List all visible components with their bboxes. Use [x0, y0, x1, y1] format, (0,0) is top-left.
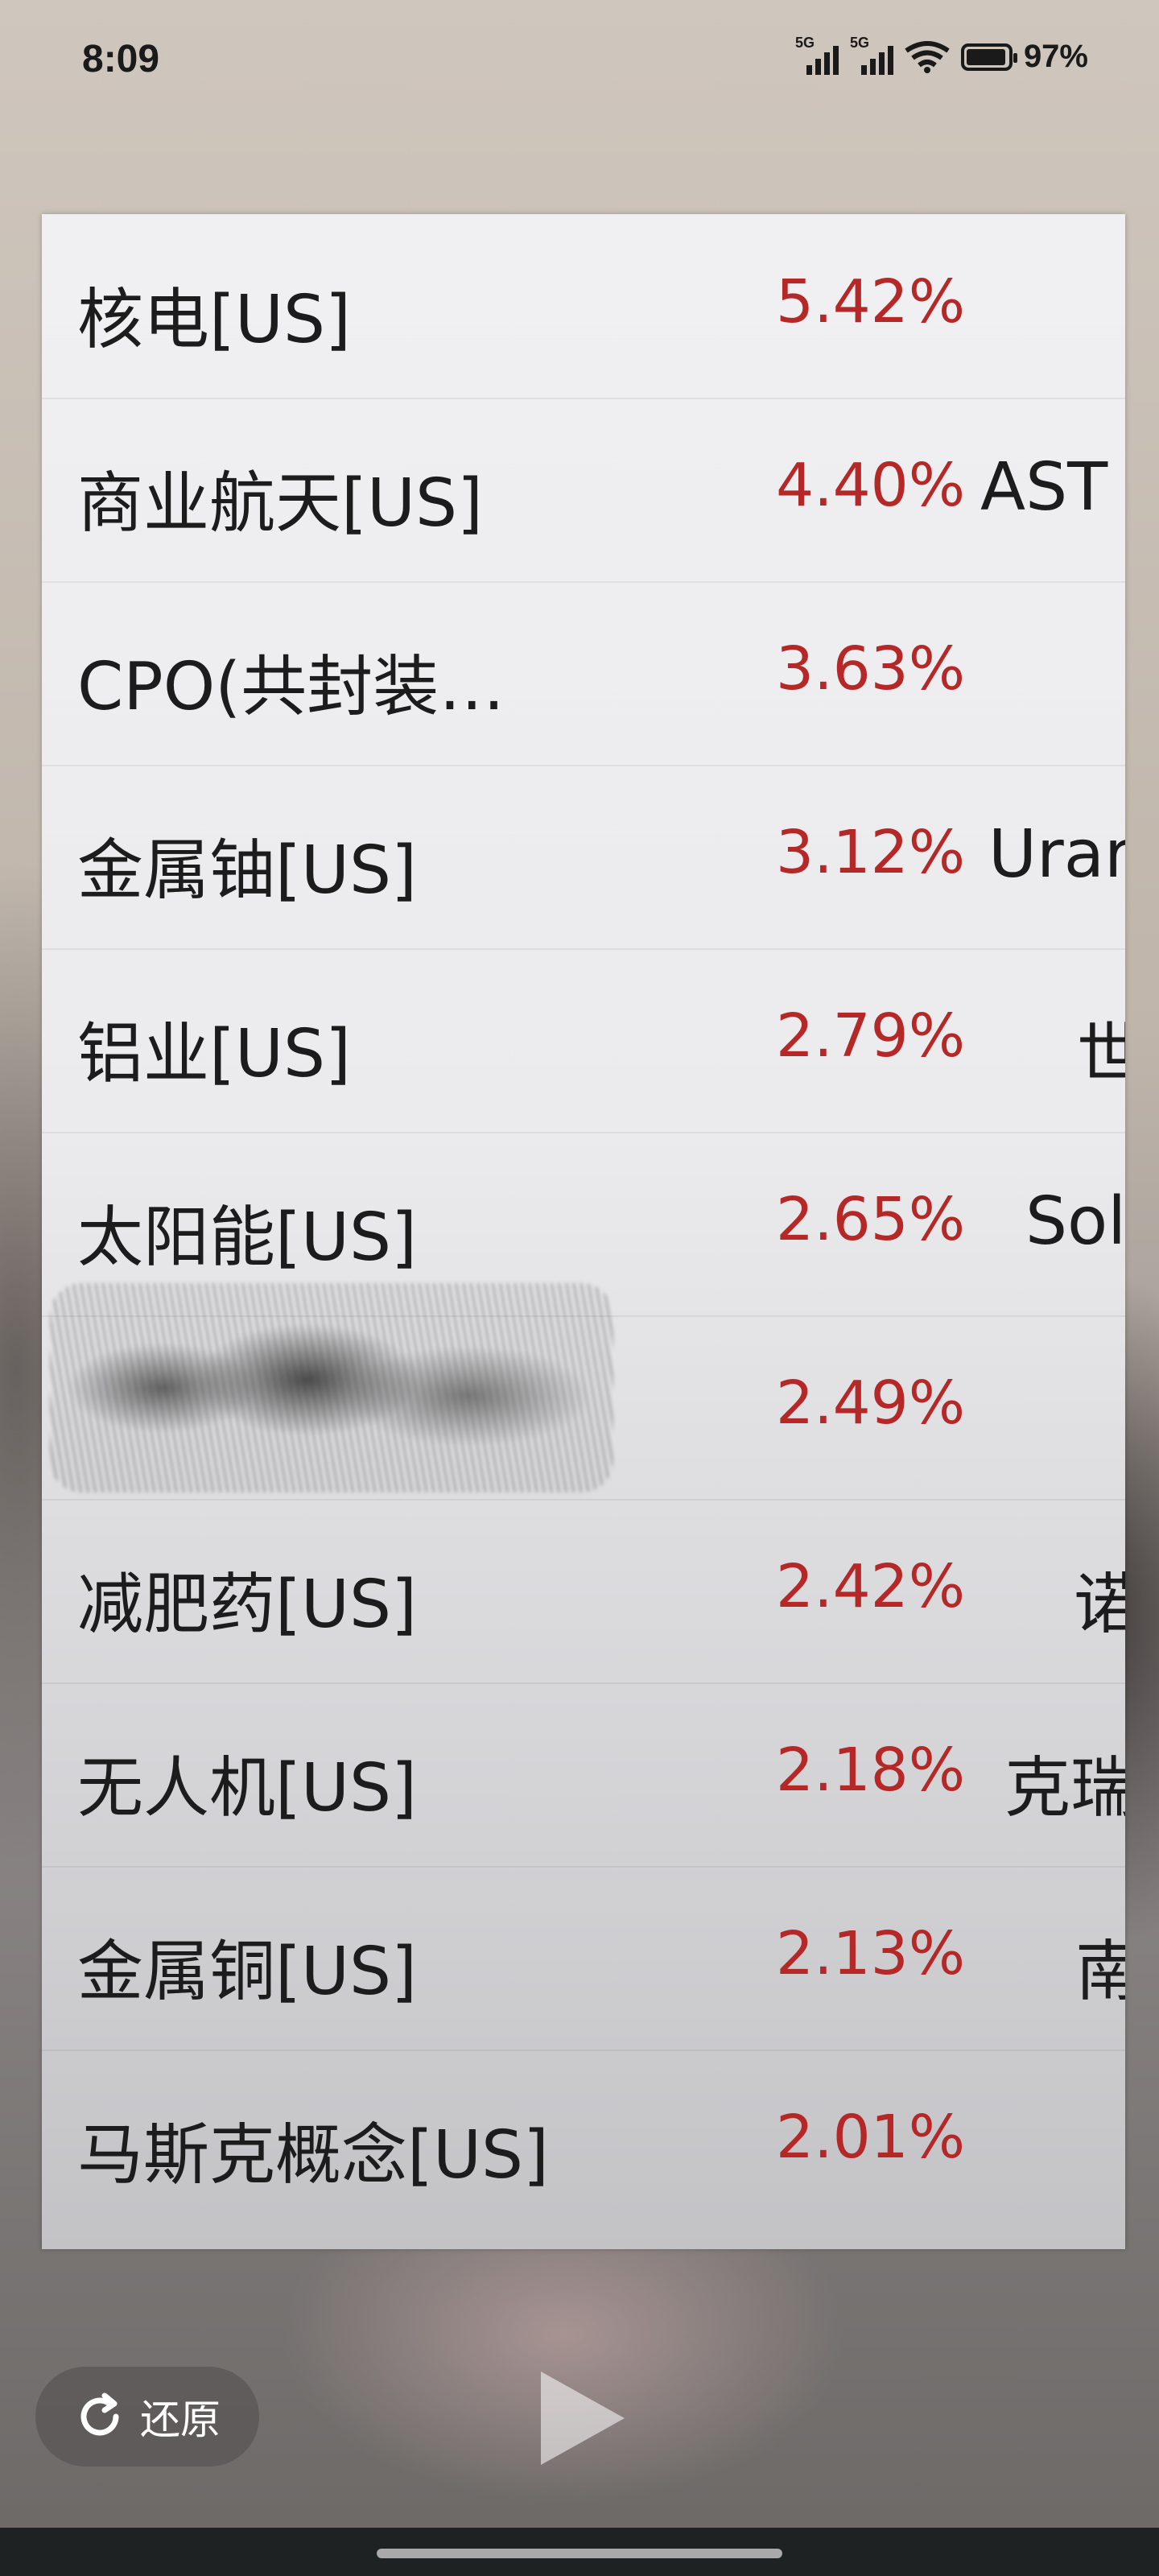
battery-icon — [960, 43, 1017, 71]
leading-stock: Urar — [988, 816, 1125, 893]
restore-label: 还原 — [140, 2396, 221, 2443]
status-icons: 5G 5G 97% — [795, 35, 1088, 75]
sector-change-percent: 2.65% — [776, 1185, 966, 1254]
list-item: 金属铀[US] 3.12% Urar — [42, 765, 1125, 950]
status-bar: 8:09 5G 5G 97% — [0, 0, 1159, 121]
list-item: 商业航天[US] 4.40% AST — [42, 398, 1125, 583]
sector-change-percent: 3.63% — [776, 634, 966, 704]
list-item: 无人机[US] 2.18% 克瑞 — [42, 1682, 1125, 1868]
sector-change-percent: 2.13% — [776, 1919, 966, 1988]
play-icon[interactable] — [541, 2372, 625, 2465]
clock: 8:09 — [82, 38, 160, 80]
sector-name: 马斯克概念[US] — [77, 2117, 550, 2194]
list-item: CPO(共封装… 3.63% — [42, 581, 1125, 766]
wifi-icon — [905, 40, 950, 73]
sector-name: 铝业[US] — [77, 1016, 352, 1092]
leading-stock: AST — [980, 449, 1108, 526]
sector-change-percent: 5.42% — [776, 267, 966, 336]
sector-name: CPO(共封装… — [77, 649, 505, 725]
sector-change-percent: 2.79% — [776, 1001, 966, 1071]
leading-stock: 诺 — [1074, 1567, 1125, 1643]
home-gesture-handle[interactable] — [377, 2549, 782, 2558]
redaction-scribble — [50, 1283, 613, 1492]
list-item: 马斯克概念[US] 2.01% — [42, 2050, 1125, 2233]
signal-icon: 5G — [795, 35, 839, 75]
list-item: 2.49% — [42, 1283, 1125, 1501]
sector-change-percent: 2.01% — [776, 2103, 966, 2172]
list-item: 减肥药[US] 2.42% 诺 — [42, 1499, 1125, 1684]
sector-change-percent: 2.18% — [776, 1736, 966, 1805]
sector-name: 无人机[US] — [77, 1750, 418, 1827]
sector-name: 金属铜[US] — [77, 1934, 418, 2010]
sector-name: 核电[US] — [77, 282, 352, 358]
signal-icon: 5G — [850, 35, 893, 75]
sector-name: 减肥药[US] — [77, 1567, 418, 1643]
sector-change-percent: 2.49% — [776, 1368, 966, 1438]
leading-stock: 南 — [1075, 1934, 1125, 2010]
sector-ranking-panel: 核电[US] 5.42% 商业航天[US] 4.40% AST CPO(共封装…… — [42, 214, 1125, 2249]
list-item: 核电[US] 5.42% — [42, 214, 1125, 399]
battery-percent: 97% — [1023, 39, 1088, 74]
leading-stock: Sol — [1025, 1183, 1125, 1260]
sector-change-percent: 3.12% — [776, 818, 966, 887]
sector-name: 太阳能[US] — [77, 1199, 418, 1276]
list-item: 金属铜[US] 2.13% 南 — [42, 1866, 1125, 2051]
sector-change-percent: 2.42% — [776, 1552, 966, 1621]
leading-stock: 世 — [1077, 1016, 1125, 1092]
restore-button[interactable]: 还原 — [35, 2367, 259, 2467]
list-item: 铝业[US] 2.79% 世 — [42, 948, 1125, 1133]
navigation-bar — [0, 2528, 1159, 2576]
refresh-icon — [80, 2392, 119, 2436]
sector-name: 金属铀[US] — [77, 832, 418, 909]
leading-stock: 克瑞 — [1004, 1750, 1125, 1827]
sector-name: 商业航天[US] — [77, 465, 484, 542]
sector-change-percent: 4.40% — [776, 451, 966, 520]
